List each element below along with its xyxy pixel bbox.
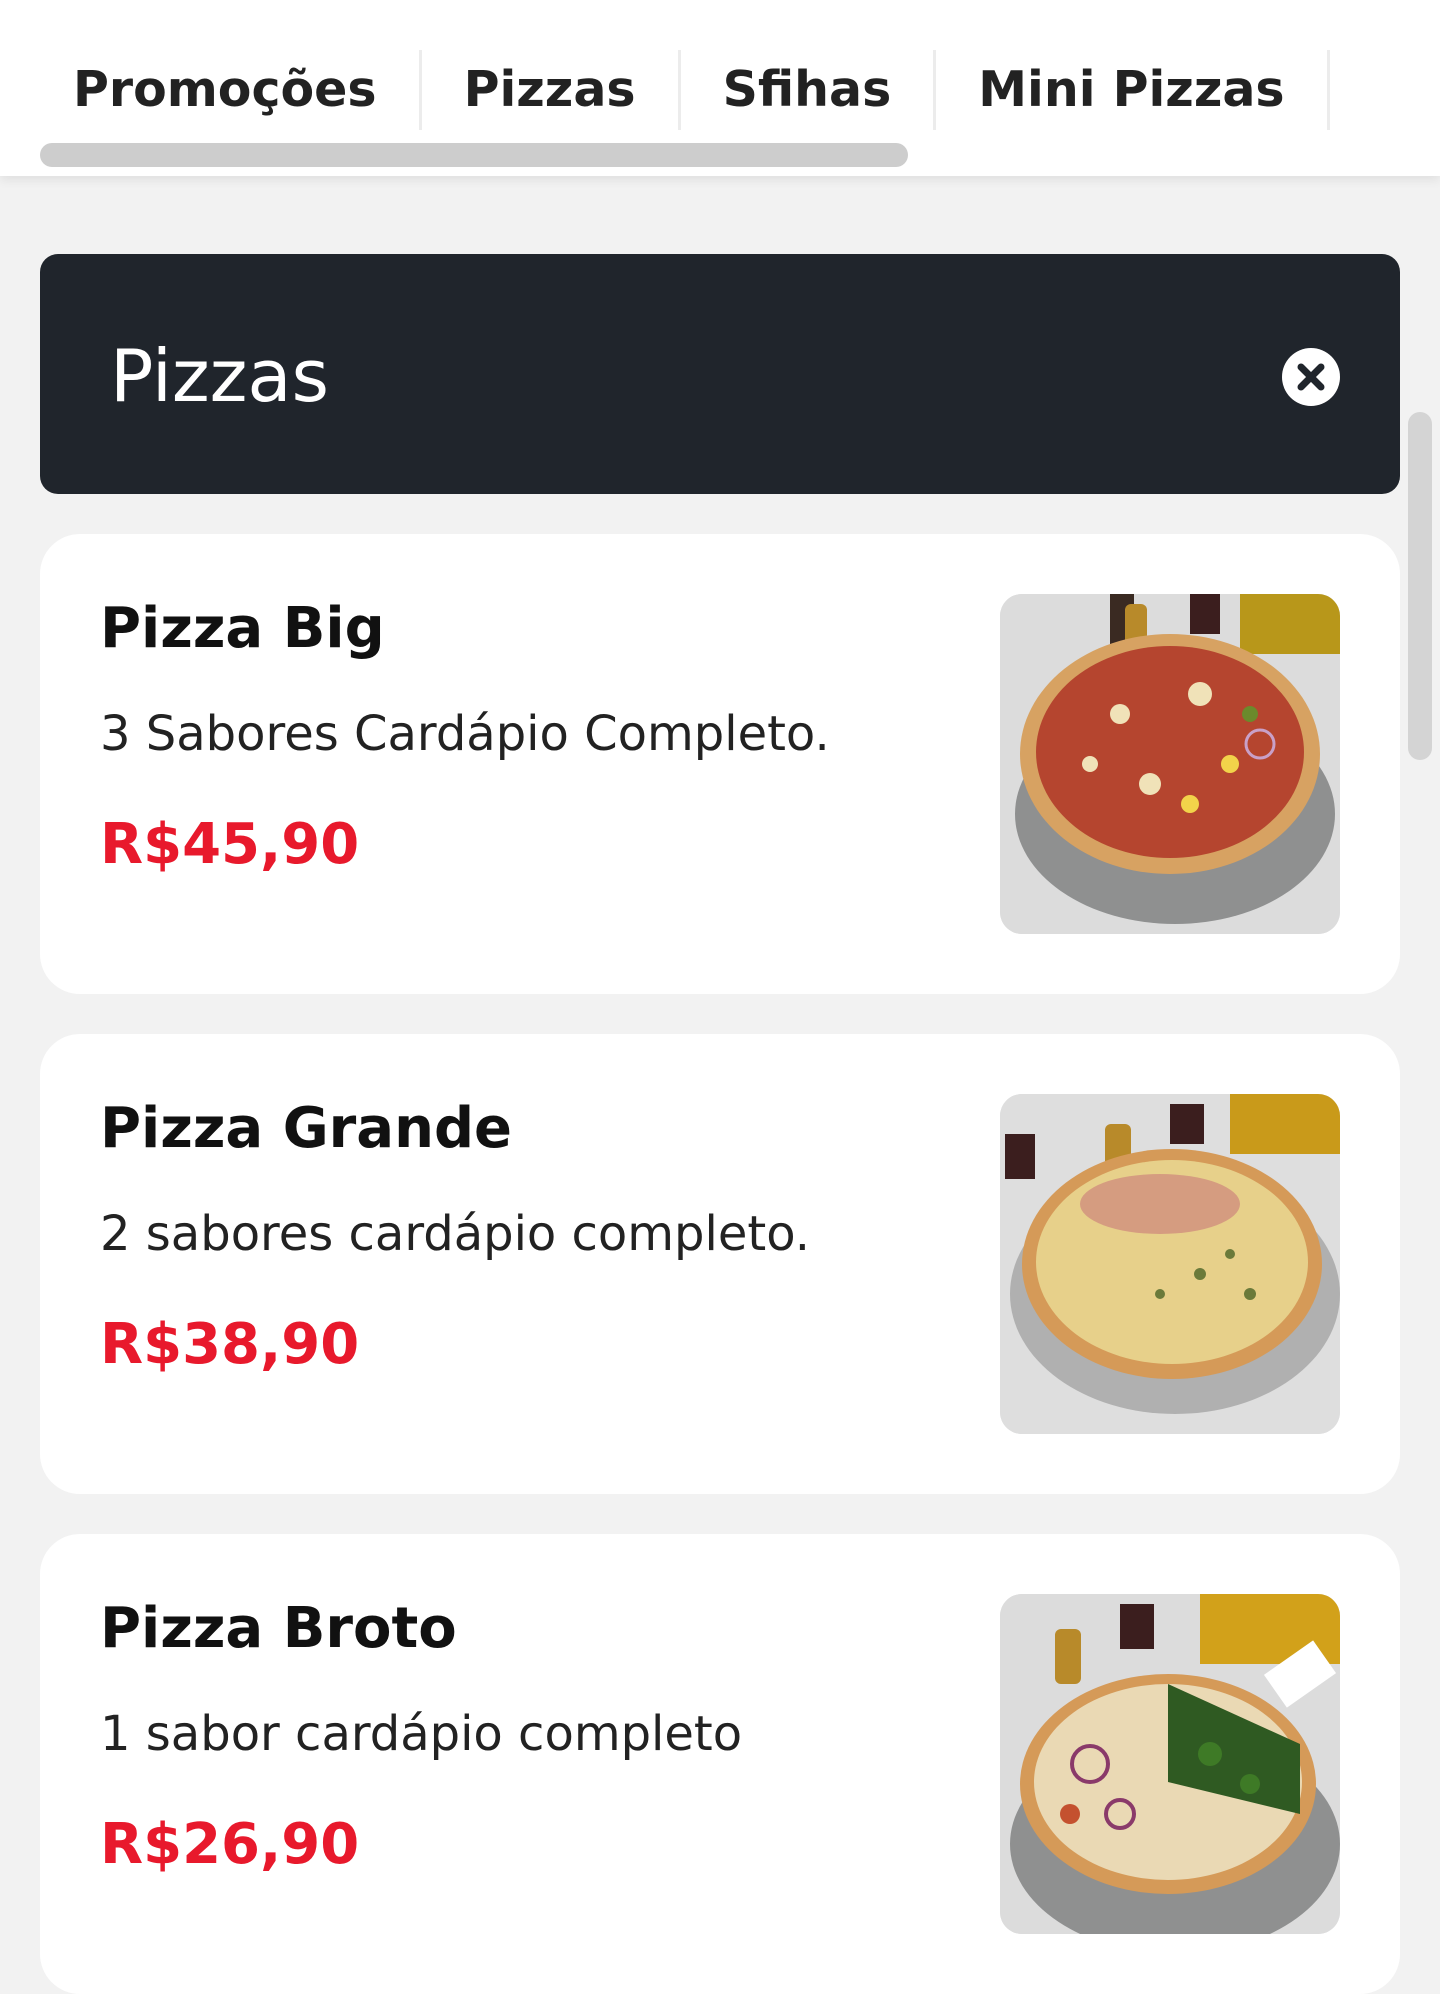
tab-sfihas[interactable]: Sfihas bbox=[681, 50, 937, 130]
product-price: R$45,90 bbox=[100, 812, 360, 877]
tab-promocoes[interactable]: Promoções bbox=[40, 50, 422, 130]
page-scrollbar[interactable] bbox=[1408, 412, 1432, 760]
tabs-scrollbar[interactable] bbox=[40, 143, 908, 167]
product-image bbox=[1000, 1094, 1340, 1434]
product-price: R$26,90 bbox=[100, 1812, 360, 1877]
product-description: 2 sabores cardápio completo. bbox=[100, 1206, 810, 1262]
product-name: Pizza Big bbox=[100, 596, 385, 661]
product-description: 1 sabor cardápio completo bbox=[100, 1706, 743, 1762]
product-card[interactable]: Pizza Grande 2 sabores cardápio completo… bbox=[40, 1034, 1400, 1494]
product-card[interactable]: Pizza Broto 1 sabor cardápio completo R$… bbox=[40, 1534, 1400, 1994]
tab-pizzas[interactable]: Pizzas bbox=[422, 50, 681, 130]
product-name: Pizza Broto bbox=[100, 1596, 457, 1661]
product-description: 3 Sabores Cardápio Completo. bbox=[100, 706, 830, 762]
product-name: Pizza Grande bbox=[100, 1096, 513, 1161]
product-price: R$38,90 bbox=[100, 1312, 360, 1377]
close-circle-icon bbox=[1297, 363, 1325, 391]
tab-mini-pizzas[interactable]: Mini Pizzas bbox=[936, 50, 1330, 130]
product-image bbox=[1000, 594, 1340, 934]
section-header: Pizzas bbox=[40, 254, 1400, 494]
product-image bbox=[1000, 1594, 1340, 1934]
product-card[interactable]: Pizza Big 3 Sabores Cardápio Completo. R… bbox=[40, 534, 1400, 994]
category-tab-bar: Promoções Pizzas Sfihas Mini Pizzas bbox=[0, 0, 1440, 176]
category-tabs: Promoções Pizzas Sfihas Mini Pizzas bbox=[40, 50, 1330, 130]
section-title: Pizzas bbox=[110, 334, 330, 418]
close-section-button[interactable] bbox=[1282, 348, 1340, 406]
